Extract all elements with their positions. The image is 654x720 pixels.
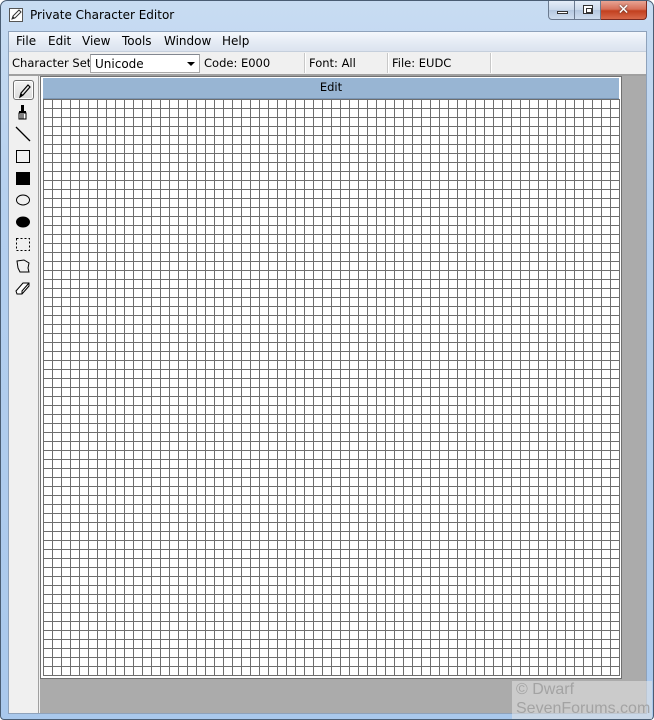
edit-window-titlebar[interactable]: Edit — [43, 78, 619, 99]
edit-window-title: Edit — [319, 80, 343, 94]
eraser-icon — [15, 282, 30, 295]
character-set-dropdown[interactable]: Unicode — [90, 54, 200, 73]
rect-select-icon — [16, 238, 30, 251]
tool-rectangular-selection[interactable] — [13, 234, 34, 254]
character-edit-grid[interactable] — [43, 99, 620, 676]
tool-pencil[interactable] — [13, 80, 34, 100]
tool-freeform-selection[interactable] — [13, 256, 34, 276]
window-title: Private Character Editor — [30, 8, 175, 22]
tool-brush[interactable] — [13, 102, 34, 122]
minimize-icon — [557, 11, 568, 14]
close-button[interactable]: ✕ — [601, 1, 647, 20]
menu-edit[interactable]: Edit — [48, 34, 71, 48]
menu-window[interactable]: Window — [164, 34, 211, 48]
menu-file[interactable]: File — [16, 34, 36, 48]
minimize-button[interactable] — [548, 1, 575, 20]
filled-rectangle-icon — [16, 172, 30, 185]
pencil-icon — [19, 84, 31, 99]
toolbar-divider — [387, 53, 389, 73]
freeform-select-icon — [16, 259, 30, 273]
dropdown-arrow-icon — [187, 62, 195, 66]
hollow-rectangle-icon — [16, 150, 30, 163]
mdi-workspace: Edit — [40, 76, 646, 713]
tool-line[interactable] — [13, 124, 34, 144]
restore-button[interactable] — [575, 1, 601, 20]
client-area: File Edit View Tools Window Help Charact… — [8, 31, 647, 714]
menu-bar: File Edit View Tools Window Help — [9, 32, 646, 52]
line-icon — [15, 126, 31, 142]
file-readout: File: EUDC — [392, 56, 452, 70]
menu-tools[interactable]: Tools — [122, 34, 152, 48]
edit-window: Edit — [40, 76, 622, 679]
menu-view[interactable]: View — [82, 34, 110, 48]
character-set-label: Character Set: — [12, 56, 96, 70]
toolbar-divider — [304, 53, 306, 73]
pencil-app-icon — [9, 8, 23, 22]
title-bar[interactable]: Private Character Editor ✕ — [1, 1, 653, 31]
close-icon: ✕ — [617, 2, 630, 18]
toolbar-divider — [490, 53, 492, 73]
caption-buttons: ✕ — [548, 1, 647, 21]
tool-filled-rectangle[interactable] — [13, 168, 34, 188]
watermark: © Dwarf SevenForums.com — [512, 681, 652, 719]
tool-palette — [9, 76, 39, 713]
app-window: Private Character Editor ✕ File Edit Vie… — [0, 0, 654, 720]
code-readout: Code: E000 — [204, 56, 271, 70]
character-set-value: Unicode — [95, 57, 144, 71]
tool-hollow-ellipse[interactable] — [13, 190, 34, 210]
tool-eraser[interactable] — [13, 278, 34, 298]
status-toolbar: Character Set: Unicode Code: E000 Font: … — [9, 53, 646, 76]
watermark-line-2: SevenForums.com — [516, 700, 651, 717]
filled-ellipse-icon — [16, 216, 30, 228]
tool-filled-ellipse[interactable] — [13, 212, 34, 232]
brush-icon — [18, 105, 27, 120]
watermark-line-1: © Dwarf — [516, 681, 575, 698]
restore-icon — [583, 5, 593, 14]
hollow-ellipse-icon — [16, 194, 30, 206]
tool-hollow-rectangle[interactable] — [13, 146, 34, 166]
font-readout: Font: All — [309, 56, 356, 70]
menu-help[interactable]: Help — [222, 34, 249, 48]
